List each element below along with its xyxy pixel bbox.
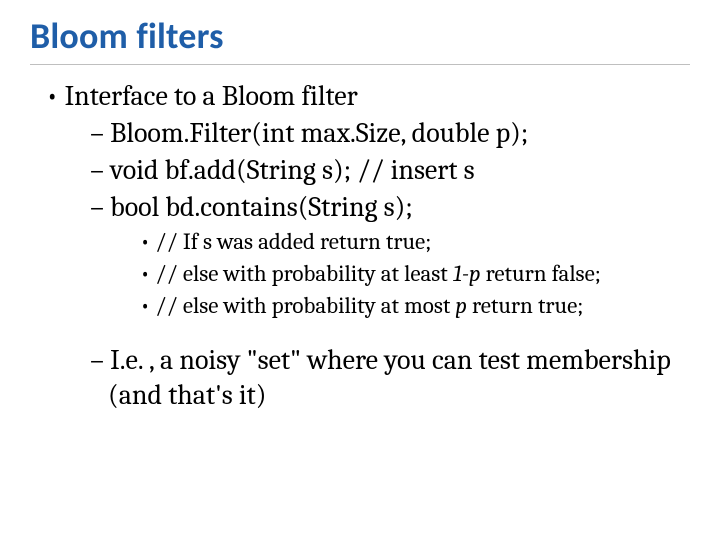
comment-false-prob: 1-p: [453, 260, 481, 287]
bullet-comment-true: // If s was added return true;: [140, 227, 690, 257]
comment-false-post: return false;: [481, 260, 601, 287]
bullet-contains: bool bd.contains(String s);: [90, 190, 690, 225]
bullet-add: void bf.add(String s); // insert s: [90, 153, 690, 188]
bullet-ie-summary: I.e. , a noisy "set" where you can test …: [90, 343, 690, 413]
slide-title: Bloom filters: [30, 14, 690, 58]
bullet-comment-false: // else with probability at least 1-p re…: [140, 259, 690, 289]
bullet-comment-truep: // else with probability at most p retur…: [140, 291, 690, 321]
bullet-interface: Interface to a Bloom filter: [46, 79, 690, 114]
comment-false-pre: // else with probability at least: [155, 260, 453, 287]
spacer: [30, 323, 690, 341]
title-underline: [30, 64, 690, 65]
slide: Bloom filters Interface to a Bloom filte…: [0, 0, 720, 540]
comment-truep-prob: p: [455, 292, 467, 319]
comment-truep-pre: // else with probability at most: [155, 292, 455, 319]
bullet-constructor: Bloom.Filter(int max.Size, double p);: [90, 116, 690, 151]
comment-truep-post: return true;: [467, 292, 583, 319]
